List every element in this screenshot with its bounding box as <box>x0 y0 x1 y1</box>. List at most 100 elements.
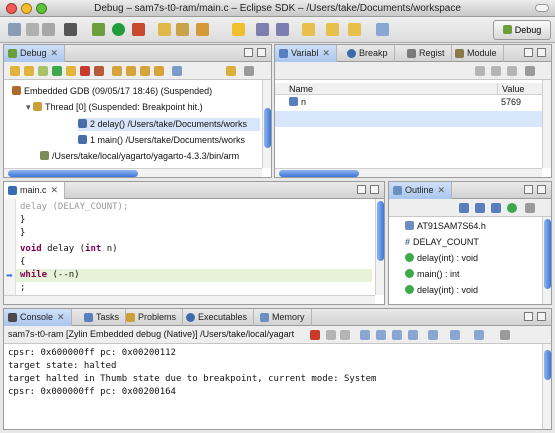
open-type-icon[interactable] <box>176 23 189 36</box>
tab-memory[interactable]: Memory <box>256 309 312 326</box>
column-value[interactable]: Value <box>497 83 524 95</box>
minimize-icon[interactable] <box>244 48 253 57</box>
debug-vscroll-thumb[interactable] <box>264 108 271 148</box>
last-edit-icon[interactable] <box>302 23 315 36</box>
column-name[interactable]: Name <box>289 83 313 95</box>
tab-tasks[interactable]: Tasks <box>80 309 127 326</box>
toolbar-toggle-button[interactable] <box>535 4 549 12</box>
editor-vscrollbar[interactable] <box>375 199 384 295</box>
save-icon[interactable] <box>26 23 39 36</box>
use-step-filters-icon[interactable] <box>226 66 236 76</box>
remove-launch-icon[interactable] <box>326 330 336 340</box>
pin-console-icon[interactable] <box>428 330 438 340</box>
terminal-icon[interactable] <box>64 23 77 36</box>
tree-item-gdb[interactable]: Embedded GDB (09/05/17 18:46) (Suspended… <box>12 85 212 98</box>
run-icon[interactable] <box>112 23 125 36</box>
terminate-icon[interactable] <box>310 330 320 340</box>
view-menu-icon[interactable] <box>525 203 535 213</box>
step-into-icon[interactable] <box>112 66 122 76</box>
minimize-icon[interactable] <box>357 185 366 194</box>
tab-console[interactable]: Console ✕ <box>4 309 72 326</box>
console-vscrollbar[interactable] <box>542 344 551 429</box>
open-folder-icon[interactable] <box>158 23 171 36</box>
minimize-icon[interactable] <box>524 48 533 57</box>
tree-item-frame-main[interactable]: 1 main() /Users/take/Documents/works <box>78 134 245 147</box>
outline-item-delay-decl[interactable]: delay(int) : void <box>405 252 478 265</box>
step-over-icon[interactable] <box>126 66 136 76</box>
tab-outline[interactable]: Outline ✕ <box>389 182 453 199</box>
print-icon[interactable] <box>42 23 55 36</box>
remove-launch-icon[interactable] <box>10 66 20 76</box>
resume-icon[interactable] <box>52 66 62 76</box>
minimize-icon[interactable] <box>524 312 533 321</box>
debug-hscroll-thumb[interactable] <box>8 170 138 177</box>
variables-hscrollbar[interactable] <box>275 168 542 177</box>
remove-all-icon[interactable] <box>340 330 350 340</box>
hide-static-icon[interactable] <box>491 203 501 213</box>
display-console-icon[interactable] <box>450 330 460 340</box>
tab-problems[interactable]: Problems <box>122 309 184 326</box>
prev-annotation-icon[interactable] <box>276 23 289 36</box>
view-menu-icon[interactable] <box>525 66 535 76</box>
close-icon[interactable]: ✕ <box>51 48 59 58</box>
show-on-error-icon[interactable] <box>408 330 418 340</box>
new-icon[interactable] <box>8 23 21 36</box>
clear-console-icon[interactable] <box>360 330 370 340</box>
back-icon[interactable] <box>326 23 339 36</box>
maximize-icon[interactable] <box>257 48 266 57</box>
view-menu-icon[interactable] <box>500 330 510 340</box>
step-return-icon[interactable] <box>140 66 150 76</box>
debug-hscrollbar[interactable] <box>4 168 262 177</box>
debug-vscrollbar[interactable] <box>262 80 271 168</box>
outline-item-main[interactable]: main() : int <box>405 268 460 281</box>
outline-item-macro[interactable]: # DELAY_COUNT <box>405 236 479 249</box>
tab-executables[interactable]: Executables <box>182 309 255 326</box>
tree-item-frame-delay[interactable]: 2 delay() /Users/take/Documents/works <box>78 118 260 131</box>
tab-debug[interactable]: Debug ✕ <box>4 45 66 62</box>
outline-vscrollbar[interactable] <box>542 217 551 304</box>
close-icon[interactable]: ✕ <box>57 312 65 322</box>
variables-hscroll-thumb[interactable] <box>279 170 359 177</box>
annotation-icon[interactable] <box>232 23 245 36</box>
hide-non-public-icon[interactable] <box>507 203 517 213</box>
maximize-icon[interactable] <box>537 48 546 57</box>
show-logical-icon[interactable] <box>491 66 501 76</box>
editor-hscrollbar[interactable] <box>4 295 375 304</box>
outline-item-header[interactable]: AT91SAM7S64.h <box>405 220 486 233</box>
disconnect-icon[interactable] <box>94 66 104 76</box>
hide-fields-icon[interactable] <box>475 203 485 213</box>
outline-vscroll-thumb[interactable] <box>544 219 551 289</box>
minimize-icon[interactable] <box>524 185 533 194</box>
open-console-icon[interactable] <box>474 330 484 340</box>
maximize-icon[interactable] <box>537 312 546 321</box>
next-annotation-icon[interactable] <box>256 23 269 36</box>
tab-registers[interactable]: Regist <box>403 45 452 62</box>
show-types-icon[interactable] <box>475 66 485 76</box>
terminate-icon[interactable] <box>80 66 90 76</box>
tab-modules[interactable]: Module <box>451 45 504 62</box>
drop-to-frame-icon[interactable] <box>154 66 164 76</box>
instruction-step-icon[interactable] <box>172 66 182 76</box>
forward-icon[interactable] <box>348 23 361 36</box>
debug-perspective-button[interactable]: Debug <box>493 20 551 40</box>
suspend-icon[interactable] <box>66 66 76 76</box>
collapse-all-icon[interactable] <box>507 66 517 76</box>
scroll-lock-icon[interactable] <box>376 330 386 340</box>
tab-main-c[interactable]: main.c ✕ <box>4 182 66 199</box>
tab-variables[interactable]: Variabl ✕ <box>275 45 337 62</box>
editor-vscroll-thumb[interactable] <box>377 201 384 261</box>
sort-icon[interactable] <box>459 203 469 213</box>
external-tools-icon[interactable] <box>132 23 145 36</box>
close-icon[interactable]: ✕ <box>51 185 59 195</box>
console-vscroll-thumb[interactable] <box>544 350 551 380</box>
show-on-output-icon[interactable] <box>392 330 402 340</box>
connect-icon[interactable] <box>38 66 48 76</box>
table-row[interactable]: n 5769 <box>275 96 545 109</box>
tree-item-process[interactable]: /Users/take/local/yagarto/yagarto-4.3.3/… <box>40 150 239 163</box>
view-menu-icon[interactable] <box>244 66 254 76</box>
variables-vscrollbar[interactable] <box>542 80 551 168</box>
tree-item-thread[interactable]: ▾ Thread [0] (Suspended: Breakpoint hit.… <box>26 101 203 114</box>
maximize-icon[interactable] <box>370 185 379 194</box>
editor-gutter[interactable] <box>4 199 16 304</box>
open-perspective-icon[interactable] <box>376 23 389 36</box>
